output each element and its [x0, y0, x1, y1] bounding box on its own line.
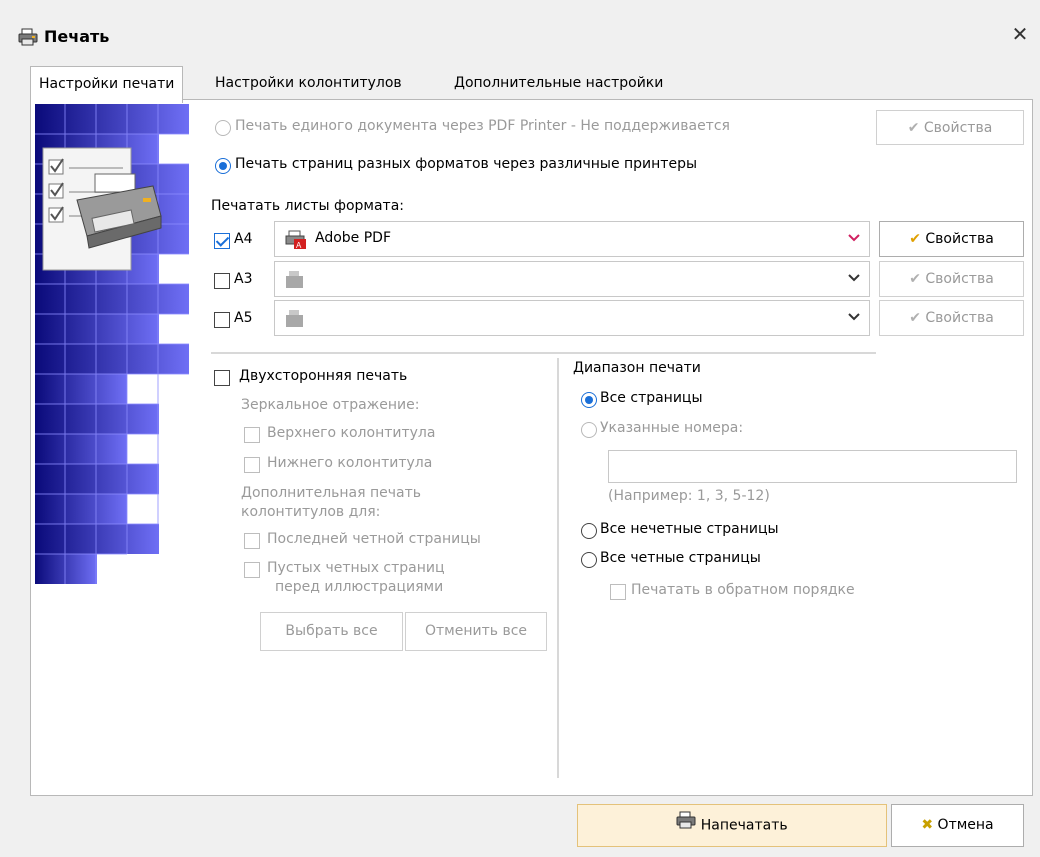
print-banner: [35, 104, 189, 591]
range-all-label: Все страницы: [600, 390, 703, 406]
extra-heading-line1: Дополнительная печать: [241, 485, 422, 501]
select-all-button[interactable]: Выбрать все: [260, 612, 403, 651]
check-mark-icon: ✔: [907, 120, 920, 136]
mirror-heading: Зеркальное отражение:: [241, 397, 420, 413]
formats-heading: Печатать листы формата:: [211, 198, 404, 214]
chevron-down-icon: [848, 313, 860, 321]
reverse-order-label: Печатать в обратном порядке: [631, 582, 855, 598]
last-even-checkbox[interactable]: [244, 533, 260, 549]
pdf-properties-button[interactable]: ✔ Свойства: [876, 110, 1024, 145]
format-a4-label: A4: [234, 231, 253, 247]
multi-printer-radio-label: Печать страниц разных форматов через раз…: [235, 156, 698, 172]
properties-a4-button[interactable]: ✔ Свойства: [879, 221, 1024, 257]
pdf-printer-radio[interactable]: [215, 120, 231, 136]
empty-even-checkbox[interactable]: [244, 562, 260, 578]
range-odd-radio[interactable]: [581, 523, 597, 539]
format-a4-checkbox[interactable]: [214, 233, 230, 249]
range-pages-input[interactable]: [608, 450, 1017, 483]
format-a3-checkbox[interactable]: [214, 273, 230, 289]
check-mark-icon: ✔: [909, 271, 921, 287]
printer-a5-select[interactable]: [274, 300, 870, 336]
range-even-radio[interactable]: [581, 552, 597, 568]
check-mark-icon: ✔: [909, 310, 921, 326]
range-even-label: Все четные страницы: [600, 550, 761, 566]
cancel-x-icon: ✖: [921, 817, 934, 833]
printer-icon: [286, 310, 303, 327]
printer-a3-select[interactable]: [274, 261, 870, 297]
printer-icon: [286, 271, 303, 288]
pdf-printer-radio-label: Печать единого документа через PDF Print…: [235, 118, 730, 134]
duplex-checkbox[interactable]: [214, 370, 230, 386]
section-divider: [211, 352, 876, 354]
pdf-printer-icon: A: [285, 230, 306, 250]
last-even-label: Последней четной страницы: [267, 531, 481, 547]
printer-a4-value: Adobe PDF: [315, 230, 392, 246]
mirror-header-checkbox[interactable]: [244, 427, 260, 443]
range-example: (Например: 1, 3, 5-12): [608, 488, 770, 504]
range-specified-radio[interactable]: [581, 422, 597, 438]
empty-even-label-line1: Пустых четных страниц: [267, 560, 445, 576]
mirror-footer-checkbox[interactable]: [244, 457, 260, 473]
empty-even-label-line2: перед иллюстрациями: [275, 579, 444, 595]
tab-panel: Печать единого документа через PDF Print…: [30, 99, 1033, 796]
chevron-down-icon: [848, 234, 860, 242]
properties-a3-button[interactable]: ✔ Свойства: [879, 261, 1024, 297]
svg-text:A: A: [296, 241, 302, 250]
range-specified-label: Указанные номера:: [600, 420, 744, 436]
reverse-order-checkbox[interactable]: [610, 584, 626, 600]
properties-a5-button[interactable]: ✔ Свойства: [879, 300, 1024, 336]
extra-heading-line2: колонтитулов для:: [241, 504, 381, 520]
tab-header-footer-settings[interactable]: Настройки колонтитулов: [207, 66, 410, 100]
range-odd-label: Все нечетные страницы: [600, 521, 779, 537]
chevron-down-icon: [848, 274, 860, 282]
printer-icon: [18, 28, 38, 46]
format-a3-label: A3: [234, 271, 253, 287]
printer-a4-select[interactable]: A Adobe PDF: [274, 221, 870, 257]
mirror-footer-label: Нижнего колонтитула: [267, 455, 433, 471]
title-bar: Печать ✕: [0, 0, 1040, 60]
tab-additional-settings[interactable]: Дополнительные настройки: [446, 66, 671, 100]
format-a5-checkbox[interactable]: [214, 312, 230, 328]
deselect-all-button[interactable]: Отменить все: [405, 612, 547, 651]
cancel-button[interactable]: ✖ Отмена: [891, 804, 1024, 847]
print-button[interactable]: Напечатать: [577, 804, 887, 847]
mirror-header-label: Верхнего колонтитула: [267, 425, 436, 441]
tab-print-settings[interactable]: Настройки печати: [30, 66, 184, 103]
multi-printer-radio[interactable]: [215, 158, 231, 174]
format-a5-label: A5: [234, 310, 253, 326]
range-all-radio[interactable]: [581, 392, 597, 408]
range-heading: Диапазон печати: [573, 360, 701, 376]
close-icon[interactable]: ✕: [1008, 22, 1032, 46]
printer-icon: [676, 805, 696, 846]
column-divider: [557, 358, 559, 778]
duplex-label: Двухсторонняя печать: [239, 368, 408, 384]
window-title: Печать: [44, 27, 110, 46]
check-mark-icon: ✔: [909, 231, 921, 247]
